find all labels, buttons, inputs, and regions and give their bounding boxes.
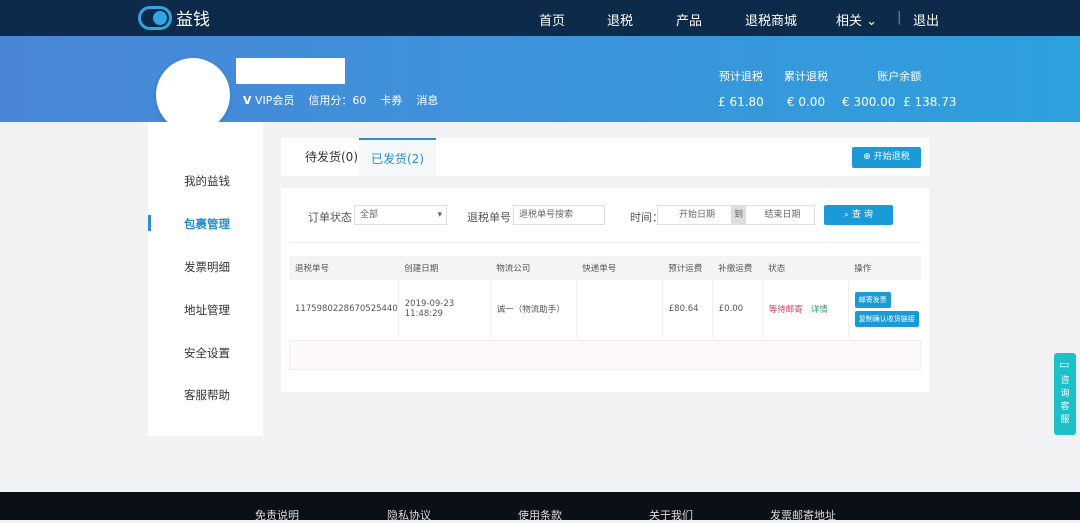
nav-related-label: 相关 [836,14,863,29]
nav-mall[interactable]: 退税商城 [745,10,797,29]
tracking-number [576,280,663,338]
end-date-input[interactable]: 结束日期 [745,205,815,225]
sidebar-item-security[interactable]: 安全设置 [184,345,230,361]
col-header: 预计运费 [662,256,713,280]
orders-table: 退税单号 创建日期 物流公司 快递单号 预计运费 补缴运费 状态 操作 11759802286… [289,256,921,338]
col-header: 补缴运费 [712,256,763,280]
logo-icon [138,5,172,30]
stat-value: € 0.00 [786,95,826,109]
sidebar-item-invoices[interactable]: 发票明细 [184,259,230,275]
extra-shipping: £0.00 [712,280,763,338]
active-indicator [148,215,151,231]
table-scroll-area[interactable] [289,340,921,370]
nav-home[interactable]: 首页 [539,10,565,29]
col-header: 物流公司 [490,256,577,280]
col-header: 操作 [848,256,921,280]
username [236,58,345,84]
tab-shipped[interactable]: 已发货(2) [359,138,436,176]
search-label: 查 询 [852,210,873,220]
vip-badge[interactable]: V VIP会员 [243,92,294,108]
col-header: 状态 [762,256,849,280]
sidebar-item-packages[interactable]: 包裹管理 [184,216,230,232]
order-date: 2019-09-23 11:48:29 [398,280,491,338]
nav-products[interactable]: 产品 [676,10,702,29]
profile-info: V VIP会员 信用分：60 卡券 消息 [243,92,438,108]
caret-down-icon: ▾ [437,210,442,220]
col-header: 退税单号 [289,256,399,280]
date-separator: 到 [731,205,746,225]
stat-label: 预计退税 [718,70,763,83]
footer-privacy[interactable]: 隐私协议 [387,507,431,523]
avatar[interactable] [156,58,230,132]
search-icon: ⌕ [844,210,850,220]
table-row: 1175980228670525440 2019-09-23 11:48:29 … [289,280,921,338]
status-text: 等待邮寄 [768,305,803,315]
col-header: 快递单号 [576,256,663,280]
logout-link[interactable]: 退出 [913,10,939,29]
stat-balance: 账户余额 € 300.00 £ 138.73 [842,68,957,109]
copy-link-button[interactable]: 复制确认收货链接 [854,310,919,327]
sidebar-item-addresses[interactable]: 地址管理 [184,302,230,318]
divider: | [897,10,902,25]
start-refund-button[interactable]: ⊕ 开始退税 [852,147,921,168]
order-number-input[interactable]: 退税单号搜索 [513,205,605,225]
vip-label: VIP会员 [255,94,295,107]
stat-label: 账户余额 [877,70,922,83]
chat-icon: ▭ [1059,358,1070,371]
col-header: 创建日期 [398,256,491,280]
stat-total: 累计退税 € 0.00 [784,68,828,109]
chevron-down-icon: ⌄ [866,14,878,29]
sidebar: 我的益钱 包裹管理 发票明细 地址管理 安全设置 客服帮助 [148,122,263,436]
brand-name: 益钱 [176,10,210,30]
divider [289,242,921,243]
start-date-input[interactable]: 开始日期 [657,205,732,225]
footer-about[interactable]: 关于我们 [649,507,693,523]
logo[interactable]: 益钱 [138,5,210,30]
stat-label: 累计退税 [784,70,828,83]
footer-invoice-address[interactable]: 发票邮寄地址 [770,507,836,523]
table-header: 退税单号 创建日期 物流公司 快递单号 预计运费 补缴运费 状态 操作 [289,256,921,280]
top-nav: 益钱 首页 退税 产品 退税商城 相关 ⌄ | 退出 [0,0,1080,36]
orders-panel: 订单状态： 全部 ▾ 退税单号： 退税单号搜索 时间： 开始日期 到 结束日期 ⌕… [281,188,929,392]
nav-tax-refund[interactable]: 退税 [607,10,633,29]
detail-link[interactable]: 详情 [811,305,828,315]
footer-terms[interactable]: 使用条款 [518,507,562,523]
stat-value: € 300.00 £ 138.73 [842,95,957,109]
stat-value: £ 61.80 [718,95,764,109]
sidebar-item-help[interactable]: 客服帮助 [184,387,230,403]
estimated-shipping: £80.64 [662,280,713,338]
customer-service-widget[interactable]: ▭ 咨询客服 [1054,353,1076,435]
coupons-link[interactable]: 卡券 [380,92,402,108]
status-select[interactable]: 全部 ▾ [354,205,447,225]
sidebar-item-my-account[interactable]: 我的益钱 [184,173,230,189]
order-id: 1175980228670525440 [289,280,399,338]
search-button[interactable]: ⌕ 查 询 [824,205,893,225]
footer: 免责说明 隐私协议 使用条款 关于我们 发票邮寄地址 [0,492,1080,523]
mail-invoice-button[interactable]: 邮寄发票 [854,291,891,308]
customer-service-label: 咨询客服 [1060,376,1070,425]
messages-link[interactable]: 消息 [416,92,438,108]
tab-bar: 待发货(0) 已发货(2) ⊕ 开始退税 [281,138,929,176]
carrier: 诚一（物流助手） [490,280,577,338]
nav-related[interactable]: 相关 ⌄ [836,10,877,29]
credit-score: 信用分：60 [308,94,367,107]
stat-estimated: 预计退税 £ 61.80 [718,68,764,109]
footer-disclaimer[interactable]: 免责说明 [255,507,299,523]
status-value: 全部 [360,210,379,220]
